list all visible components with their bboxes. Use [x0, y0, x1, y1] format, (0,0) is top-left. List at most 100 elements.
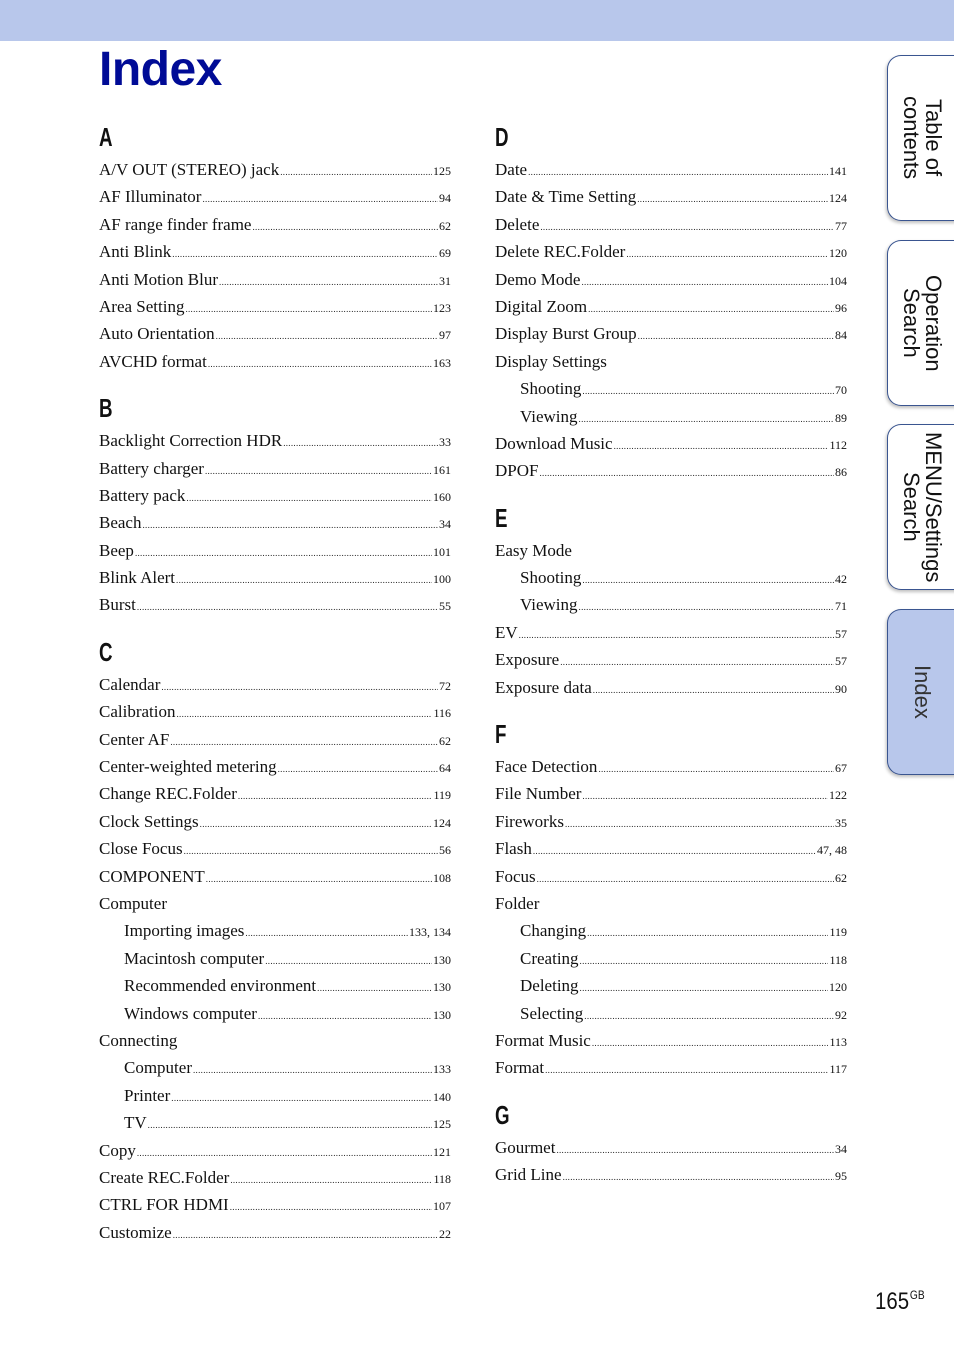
index-entry[interactable]: Format Music 113 — [495, 1027, 847, 1054]
entry-page-link[interactable]: 125 — [433, 1111, 451, 1138]
entry-page-link[interactable]: 118 — [433, 1166, 451, 1193]
entry-page-link[interactable]: 92 — [835, 1002, 847, 1029]
index-entry[interactable]: Burst 55 — [99, 591, 451, 618]
entry-page-link[interactable]: 72 — [439, 673, 451, 700]
tab-index[interactable]: Index — [887, 609, 954, 775]
entry-page-link[interactable]: 64 — [439, 755, 451, 782]
entry-page-link[interactable]: 62 — [439, 213, 451, 240]
entry-page-link[interactable]: 123 — [433, 295, 451, 322]
index-entry[interactable]: A/V OUT (STEREO) jack 125 — [99, 156, 451, 183]
entry-page-link[interactable]: 113 — [829, 1029, 847, 1056]
entry-page-link[interactable]: 116 — [433, 700, 451, 727]
entry-page-link[interactable]: 55 — [439, 593, 451, 620]
index-entry[interactable]: Close Focus 56 — [99, 835, 451, 862]
tab-operation-search[interactable]: Operation Search — [887, 240, 954, 406]
entry-page-link[interactable]: 89 — [835, 405, 847, 432]
index-entry[interactable]: Focus 62 — [495, 863, 847, 890]
entry-page-link[interactable]: 69 — [439, 240, 451, 267]
index-entry[interactable]: Face Detection 67 — [495, 753, 847, 780]
entry-page-link[interactable]: 84 — [835, 322, 847, 349]
entry-page-link[interactable]: 57 — [835, 648, 847, 675]
index-subentry[interactable]: Changing 119 — [495, 917, 847, 944]
entry-page-link[interactable]: 42 — [835, 566, 847, 593]
entry-page-link[interactable]: 57 — [835, 621, 847, 648]
entry-page-link[interactable]: 119 — [433, 782, 451, 809]
index-entry[interactable]: Delete REC.Folder 120 — [495, 238, 847, 265]
entry-page-link[interactable]: 62 — [439, 728, 451, 755]
entry-page-link[interactable]: 122 — [829, 782, 847, 809]
entry-page-link[interactable]: 140 — [433, 1084, 451, 1111]
index-entry[interactable]: Exposure 57 — [495, 646, 847, 673]
entry-page-link[interactable]: 160 — [433, 484, 451, 511]
entry-page-link[interactable]: 96 — [835, 295, 847, 322]
entry-page-link[interactable]: 35 — [835, 810, 847, 837]
index-entry[interactable]: Beep 101 — [99, 537, 451, 564]
index-subentry[interactable]: TV 125 — [99, 1109, 451, 1136]
entry-page-link[interactable]: 71 — [835, 593, 847, 620]
entry-page-link[interactable]: 67 — [835, 755, 847, 782]
tab-menu-settings-search[interactable]: MENU/Settings Search — [887, 424, 954, 590]
entry-page-link[interactable]: 133 — [433, 1056, 451, 1083]
index-entry[interactable]: File Number 122 — [495, 780, 847, 807]
entry-page-link[interactable]: 120 — [829, 240, 847, 267]
index-entry[interactable]: DPOF 86 — [495, 457, 847, 484]
entry-page-link[interactable]: 141 — [829, 158, 847, 185]
index-entry[interactable]: Flash 47, 48 — [495, 835, 847, 862]
index-entry[interactable]: AF range finder frame 62 — [99, 211, 451, 238]
entry-page-link[interactable]: 34 — [439, 511, 451, 538]
index-entry[interactable]: Backlight Correction HDR 33 — [99, 427, 451, 454]
index-subentry[interactable]: Viewing 89 — [495, 403, 847, 430]
entry-page-link[interactable]: 161 — [433, 457, 451, 484]
index-subentry[interactable]: Shooting 70 — [495, 375, 847, 402]
entry-page-link[interactable]: 97 — [439, 322, 451, 349]
index-entry[interactable]: Gourmet 34 — [495, 1134, 847, 1161]
index-entry[interactable]: Format 117 — [495, 1054, 847, 1081]
index-entry[interactable]: Digital Zoom 96 — [495, 293, 847, 320]
entry-page-link[interactable]: 120 — [829, 974, 847, 1001]
index-subentry[interactable]: Viewing 71 — [495, 591, 847, 618]
entry-page-link[interactable]: 130 — [433, 1002, 451, 1029]
tab-table-of-contents[interactable]: Table of contents — [887, 55, 954, 221]
entry-page-link[interactable]: 118 — [829, 947, 847, 974]
index-subentry[interactable]: Windows computer 130 — [99, 1000, 451, 1027]
entry-page-link[interactable]: 34 — [835, 1136, 847, 1163]
index-entry[interactable]: Center AF 62 — [99, 726, 451, 753]
index-entry[interactable]: Anti Blink 69 — [99, 238, 451, 265]
entry-page-link[interactable]: 47, 48 — [817, 837, 847, 864]
index-entry[interactable]: Battery pack 160 — [99, 482, 451, 509]
entry-page-link[interactable]: 108 — [433, 865, 451, 892]
index-entry[interactable]: Demo Mode 104 — [495, 266, 847, 293]
index-subentry[interactable]: Printer 140 — [99, 1082, 451, 1109]
index-entry[interactable]: Create REC.Folder 118 — [99, 1164, 451, 1191]
index-entry[interactable]: Download Music 112 — [495, 430, 847, 457]
entry-page-link[interactable]: 130 — [433, 947, 451, 974]
index-entry[interactable]: Date & Time Setting 124 — [495, 183, 847, 210]
index-entry[interactable]: Exposure data 90 — [495, 674, 847, 701]
index-entry[interactable]: Battery charger 161 — [99, 455, 451, 482]
entry-page-link[interactable]: 86 — [835, 459, 847, 486]
index-entry[interactable]: Calibration 116 — [99, 698, 451, 725]
entry-page-link[interactable]: 70 — [835, 377, 847, 404]
entry-page-link[interactable]: 119 — [829, 919, 847, 946]
entry-page-link[interactable]: 62 — [835, 865, 847, 892]
index-entry[interactable]: Anti Motion Blur 31 — [99, 266, 451, 293]
entry-page-link[interactable]: 94 — [439, 185, 451, 212]
index-entry[interactable]: AVCHD format 163 — [99, 348, 451, 375]
entry-page-link[interactable]: 104 — [829, 268, 847, 295]
entry-page-link[interactable]: 133, 134 — [409, 919, 451, 946]
index-entry[interactable]: Beach 34 — [99, 509, 451, 536]
entry-page-link[interactable]: 56 — [439, 837, 451, 864]
entry-page-link[interactable]: 101 — [433, 539, 451, 566]
index-subentry[interactable]: Macintosh computer 130 — [99, 945, 451, 972]
entry-page-link[interactable]: 100 — [433, 566, 451, 593]
entry-page-link[interactable]: 112 — [829, 432, 847, 459]
entry-page-link[interactable]: 77 — [835, 213, 847, 240]
index-subentry[interactable]: Recommended environment 130 — [99, 972, 451, 999]
index-entry[interactable]: Delete 77 — [495, 211, 847, 238]
index-subentry[interactable]: Importing images 133, 134 — [99, 917, 451, 944]
entry-page-link[interactable]: 90 — [835, 676, 847, 703]
index-entry[interactable]: Clock Settings 124 — [99, 808, 451, 835]
index-entry[interactable]: Change REC.Folder 119 — [99, 780, 451, 807]
index-entry[interactable]: Blink Alert 100 — [99, 564, 451, 591]
entry-page-link[interactable]: 33 — [439, 429, 451, 456]
